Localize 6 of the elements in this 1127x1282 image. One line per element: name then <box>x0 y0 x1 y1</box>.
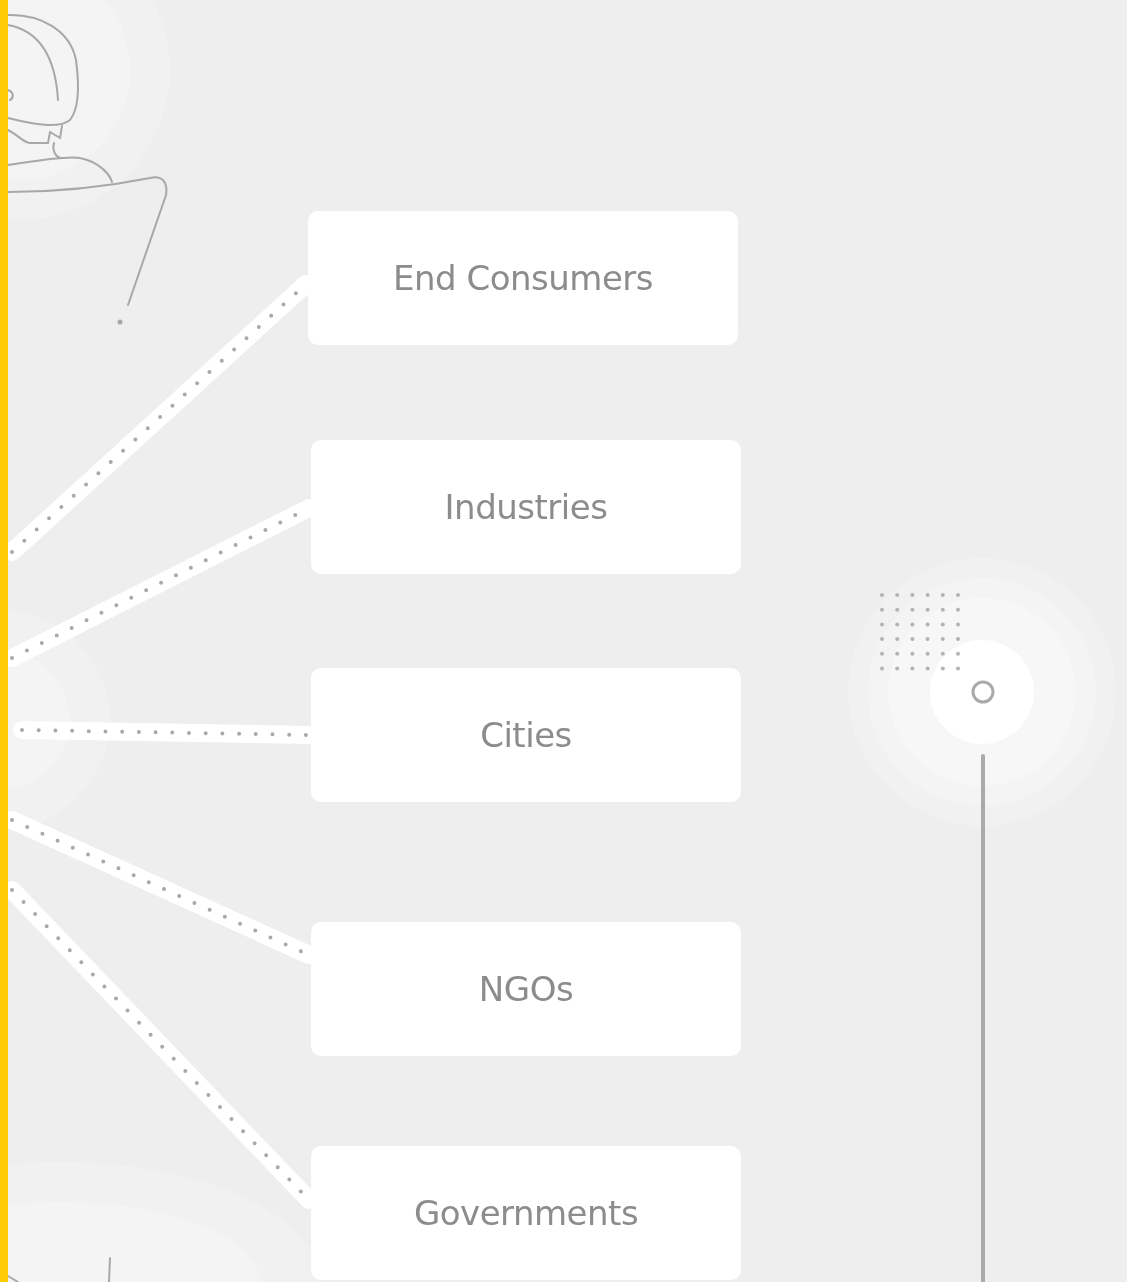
audience-label: Industries <box>444 487 608 527</box>
ring-icon <box>971 680 995 704</box>
audience-label: End Consumers <box>393 258 653 298</box>
audience-label: Governments <box>413 1193 639 1233</box>
audience-label: Cities <box>480 715 572 755</box>
audience-label: NGOs <box>478 969 574 1009</box>
